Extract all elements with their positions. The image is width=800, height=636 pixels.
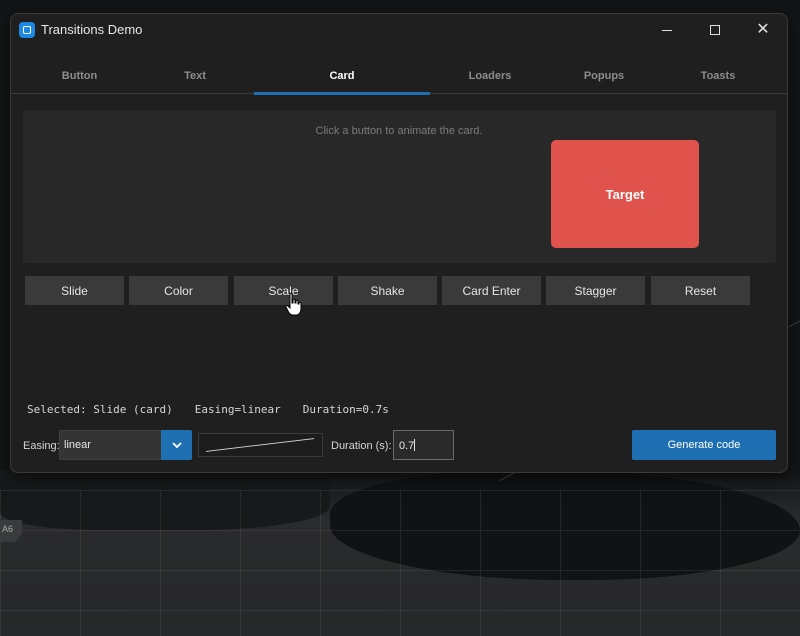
easing-label: Easing: (23, 440, 60, 452)
stage-hint: Click a button to animate the card. (315, 125, 483, 137)
shake-button[interactable]: Shake (338, 276, 437, 305)
tab-loaders[interactable]: Loaders (430, 58, 550, 94)
status-line: Selected: Slide (card) Easing=linear Durat… (27, 403, 411, 416)
tab-popups[interactable]: Popups (550, 58, 658, 94)
slide-button[interactable]: Slide (25, 276, 124, 305)
hand-cursor-icon (285, 292, 302, 316)
easing-select-value: linear (64, 439, 91, 451)
duration-label: Duration (s): (331, 440, 392, 452)
color-button[interactable]: Color (129, 276, 228, 305)
tab-card[interactable]: Card (254, 58, 430, 95)
tab-bar: Button Text Card Loaders Popups Toasts (11, 58, 787, 95)
close-icon: ✕ (756, 21, 770, 38)
duration-input[interactable]: 0.7 (393, 430, 454, 460)
window-title: Transitions Demo (41, 22, 143, 37)
maximize-button[interactable] (692, 14, 738, 46)
status-duration: Duration=0.7s (302, 403, 389, 416)
title-bar[interactable]: Transitions Demo ✕ (11, 14, 787, 46)
close-button[interactable]: ✕ (740, 14, 786, 46)
tab-toasts[interactable]: Toasts (658, 58, 778, 94)
chevron-down-icon[interactable] (161, 430, 192, 460)
status-easing: Easing=linear (194, 403, 281, 416)
easing-curve-preview (198, 433, 323, 457)
stagger-button[interactable]: Stagger (546, 276, 645, 305)
app-window: Transitions Demo ✕ Button Text Card Load… (10, 13, 788, 473)
animation-stage: Click a button to animate the card. Targ… (23, 110, 776, 263)
minimize-icon (662, 29, 672, 31)
generate-code-button[interactable]: Generate code (632, 430, 776, 460)
desktop-grid (0, 490, 800, 636)
reset-button[interactable]: Reset (651, 276, 750, 305)
minimize-button[interactable] (644, 14, 690, 46)
target-card: Target (551, 140, 699, 248)
card-enter-button[interactable]: Card Enter (442, 276, 541, 305)
easing-select[interactable]: linear (59, 430, 192, 460)
target-label: Target (605, 186, 645, 202)
text-caret (414, 439, 416, 451)
maximize-icon (710, 25, 720, 35)
scale-button[interactable]: Scale (234, 276, 333, 305)
app-icon (19, 22, 35, 38)
tab-text[interactable]: Text (148, 58, 242, 94)
status-selected: Selected: Slide (card) (27, 403, 173, 416)
duration-input-value: 0.7 (399, 440, 415, 452)
tab-button[interactable]: Button (11, 58, 148, 94)
